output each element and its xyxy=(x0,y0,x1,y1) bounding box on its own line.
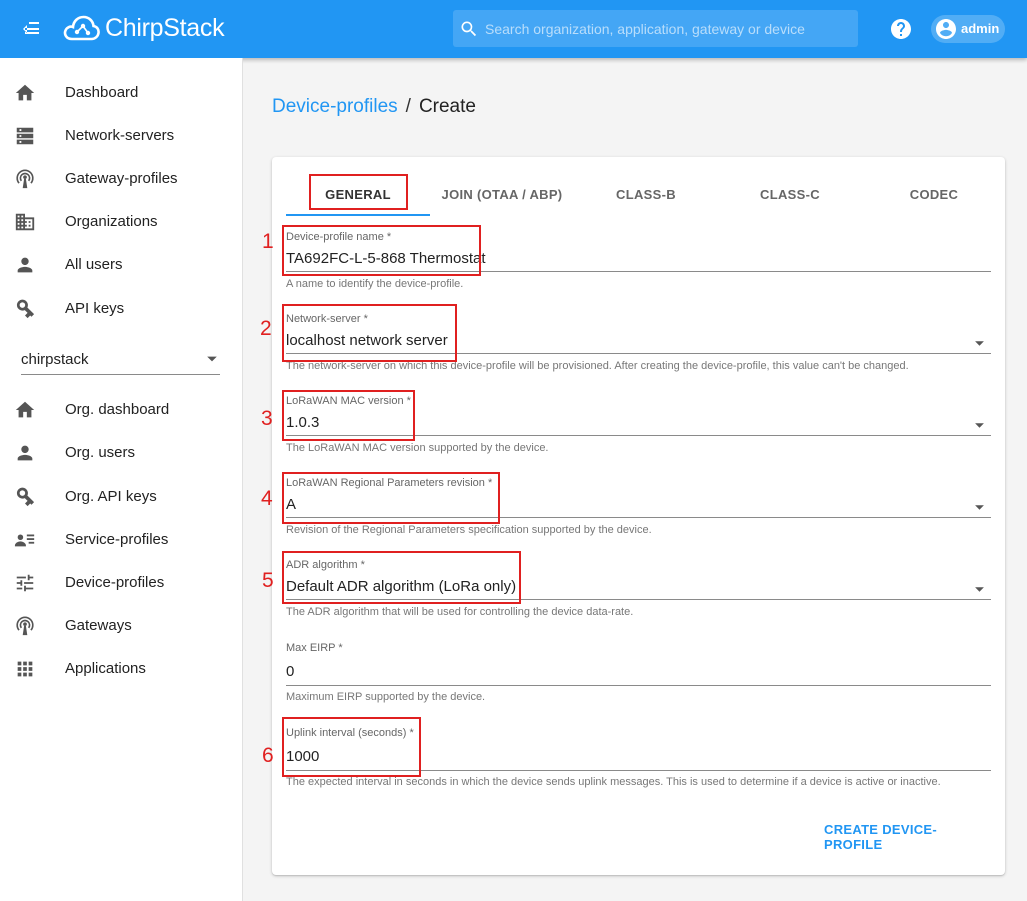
active-tab-indicator xyxy=(286,214,430,216)
sidebar-item-label: Org. dashboard xyxy=(65,401,170,418)
help-circle-icon[interactable] xyxy=(889,17,913,41)
sidebar-item-org-users[interactable]: Org. users xyxy=(0,431,242,474)
account-circle-icon xyxy=(936,19,956,39)
breadcrumb-separator: / xyxy=(405,96,411,117)
field-label: Max EIRP * xyxy=(286,642,343,654)
annotation-box-adr-algorithm xyxy=(282,551,521,604)
sidebar-item-dashboard[interactable]: Dashboard xyxy=(0,71,242,114)
field-help-text: Maximum EIRP supported by the device. xyxy=(286,691,486,703)
chevron-down-icon xyxy=(975,505,984,510)
search-input[interactable] xyxy=(485,10,845,47)
chirpstack-logo[interactable]: ChirpStack xyxy=(62,10,225,46)
breadcrumb: Device-profiles / Create xyxy=(272,96,476,118)
tab-codec[interactable]: CODEC xyxy=(862,171,1006,217)
sidebar-item-org-api-keys[interactable]: Org. API keys xyxy=(0,475,242,518)
annotation-number: 5 xyxy=(262,569,274,592)
chevron-down-icon xyxy=(975,423,984,428)
chevron-down-icon xyxy=(207,356,217,362)
tune-icon xyxy=(14,572,36,594)
sidebar-item-label: API keys xyxy=(65,300,125,317)
app-bar: ChirpStack admin xyxy=(0,0,1027,58)
annotation-number: 2 xyxy=(260,317,272,340)
tab-class-b[interactable]: CLASS-B xyxy=(574,171,718,217)
server-icon xyxy=(14,125,36,147)
annotation-box-uplink-interval xyxy=(282,717,421,777)
create-device-profile-button[interactable]: CREATE DEVICE-PROFILE xyxy=(824,822,992,852)
breadcrumb-link-device-profiles[interactable]: Device-profiles xyxy=(272,96,398,118)
annotation-number: 3 xyxy=(261,407,273,430)
apps-icon xyxy=(14,658,36,680)
annotation-number: 1 xyxy=(262,230,274,253)
sidebar-item-network-servers[interactable]: Network-servers xyxy=(0,114,242,157)
search-icon xyxy=(461,21,477,37)
sidebar-item-label: Dashboard xyxy=(65,84,139,101)
menu-collapse-icon[interactable] xyxy=(20,17,44,41)
field-value: 0 xyxy=(286,663,295,680)
brand-name: ChirpStack xyxy=(105,13,225,42)
sidebar-item-label: Org. users xyxy=(65,444,136,461)
home-icon xyxy=(14,82,36,104)
field-help-text: A name to identify the device-profile. xyxy=(286,278,464,290)
domain-icon xyxy=(14,211,36,233)
sidebar-item-org-dashboard[interactable]: Org. dashboard xyxy=(0,388,242,431)
sidebar-item-label: Organizations xyxy=(65,213,158,230)
key-icon xyxy=(14,298,36,320)
sidebar-item-label: Gateways xyxy=(65,617,132,634)
chevron-down-icon xyxy=(975,341,984,346)
sidebar-item-label: Network-servers xyxy=(65,127,175,144)
annotation-box-name xyxy=(282,225,481,276)
sidebar-item-gateways[interactable]: Gateways xyxy=(0,604,242,647)
sidebar-item-label: All users xyxy=(65,256,123,273)
tab-class-c[interactable]: CLASS-C xyxy=(718,171,862,217)
annotation-box-regional-params xyxy=(282,472,500,524)
key-icon xyxy=(14,486,36,508)
field-help-text: Revision of the Regional Parameters spec… xyxy=(286,524,652,536)
sidebar-item-gateway-profiles[interactable]: Gateway-profiles xyxy=(0,157,242,200)
sidebar-item-organizations[interactable]: Organizations xyxy=(0,200,242,243)
sidebar-item-service-profiles[interactable]: Service-profiles xyxy=(0,518,242,561)
max-eirp-field[interactable]: Max EIRP * 0 Maximum EIRP supported by t… xyxy=(286,642,991,703)
tab-join[interactable]: JOIN (OTAA / ABP) xyxy=(430,171,574,217)
annotation-number: 6 xyxy=(262,744,274,767)
sidebar-item-label: Applications xyxy=(65,660,146,677)
account-details-icon xyxy=(14,529,36,551)
sidebar-item-label: Service-profiles xyxy=(65,531,169,548)
annotation-number: 4 xyxy=(261,487,273,510)
sidebar-item-all-users[interactable]: All users xyxy=(0,243,242,286)
organization-select[interactable]: chirpstack xyxy=(21,343,220,375)
radio-tower-icon xyxy=(14,615,36,637)
search-box[interactable] xyxy=(453,10,858,47)
cloud-logo-icon xyxy=(63,15,100,41)
radio-tower-icon xyxy=(14,168,36,190)
annotation-box-network-server xyxy=(282,304,457,362)
sidebar-item-device-profiles[interactable]: Device-profiles xyxy=(0,561,242,604)
sidebar-item-label: Device-profiles xyxy=(65,574,165,591)
sidebar-item-applications[interactable]: Applications xyxy=(0,647,242,690)
sidebar-item-label: Org. API keys xyxy=(65,488,157,505)
annotation-box-mac-version xyxy=(282,390,415,441)
sidebar-item-label: Gateway-profiles xyxy=(65,170,178,187)
field-help-text: The LoRaWAN MAC version supported by the… xyxy=(286,442,549,454)
field-help-text: The expected interval in seconds in whic… xyxy=(286,776,941,788)
account-icon xyxy=(14,254,36,276)
sidebar-item-api-keys[interactable]: API keys xyxy=(0,287,242,330)
user-menu-button[interactable]: admin xyxy=(931,15,1005,43)
home-icon xyxy=(14,399,36,421)
annotation-box-general-tab xyxy=(309,174,408,210)
user-name: admin xyxy=(961,21,1000,36)
field-underline xyxy=(286,685,991,686)
organization-select-value: chirpstack xyxy=(21,351,89,368)
field-help-text: The ADR algorithm that will be used for … xyxy=(286,606,634,618)
account-icon xyxy=(14,442,36,464)
chevron-down-icon xyxy=(975,587,984,592)
sidebar: Dashboard Network-servers Gateway-profil… xyxy=(0,58,243,901)
page-title: Create xyxy=(418,96,476,117)
